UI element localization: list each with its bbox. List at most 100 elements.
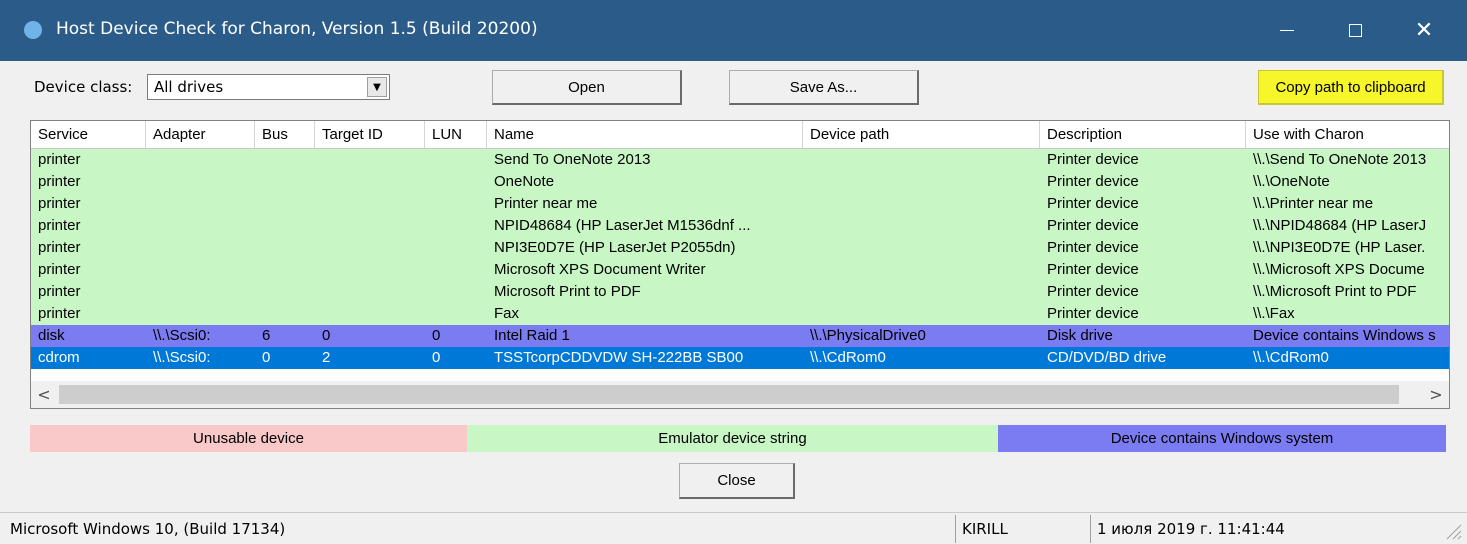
resize-grip-icon[interactable] bbox=[1441, 519, 1463, 541]
table-row[interactable]: printer Microsoft XPS Document Writer Prin… bbox=[31, 259, 1449, 281]
cell-name: OneNote bbox=[494, 173, 555, 190]
cell-target-id bbox=[315, 281, 425, 303]
cell-use-with-charon: \\.\Printer near me bbox=[1253, 195, 1374, 212]
chevron-down-icon[interactable]: ▼ bbox=[367, 77, 387, 97]
table-row[interactable]: printer NPID48684 (HP LaserJet M1536dnf .… bbox=[31, 215, 1449, 237]
device-class-label: Device class: bbox=[34, 78, 133, 96]
status-bar: Microsoft Windows 10, (Build 17134) KIRI… bbox=[0, 512, 1467, 544]
col-name[interactable]: Name bbox=[487, 121, 803, 148]
cell-bus bbox=[255, 149, 315, 171]
scrollbar-thumb[interactable] bbox=[59, 385, 1399, 404]
cell-use-with-charon: \\.\Microsoft Print to PDF bbox=[1253, 283, 1417, 300]
cell-adapter bbox=[146, 149, 255, 171]
table-row[interactable]: printer OneNote Printer device \\.\OneNote bbox=[31, 171, 1449, 193]
cell-bus: 6 bbox=[262, 327, 271, 344]
cell-bus bbox=[255, 259, 315, 281]
cell-description: CD/DVD/BD drive bbox=[1047, 349, 1167, 366]
cell-description: Disk drive bbox=[1047, 327, 1113, 344]
cell-service: disk bbox=[38, 327, 65, 344]
cell-name: Microsoft XPS Document Writer bbox=[494, 261, 706, 278]
cell-lun bbox=[425, 193, 487, 215]
scroll-right-icon[interactable]: > bbox=[1423, 381, 1449, 408]
cell-name: TSSTcorpCDDVDW SH-222BB SB00 bbox=[494, 349, 744, 366]
cell-description: Printer device bbox=[1047, 151, 1139, 168]
cell-device-path bbox=[803, 193, 1040, 215]
cell-target-id bbox=[315, 237, 425, 259]
legend-unusable: Unusable device bbox=[30, 425, 467, 452]
cell-use-with-charon: \\.\OneNote bbox=[1253, 173, 1330, 190]
close-icon: ✕ bbox=[1414, 18, 1434, 43]
cell-target-id bbox=[315, 303, 425, 325]
cell-bus bbox=[255, 193, 315, 215]
cell-adapter bbox=[146, 193, 255, 215]
cell-lun bbox=[425, 303, 487, 325]
device-list[interactable]: Service Adapter Bus Target ID LUN Name D… bbox=[30, 120, 1450, 409]
table-row[interactable]: printer NPI3E0D7E (HP LaserJet P2055dn) Pr… bbox=[31, 237, 1449, 259]
cell-target-id: 2 bbox=[322, 349, 331, 366]
col-service[interactable]: Service bbox=[31, 121, 146, 148]
cell-lun bbox=[425, 281, 487, 303]
cell-adapter bbox=[146, 171, 255, 193]
col-lun[interactable]: LUN bbox=[425, 121, 487, 148]
cell-name: NPID48684 (HP LaserJet M1536dnf ... bbox=[494, 217, 751, 234]
legend-emulator: Emulator device string bbox=[467, 425, 998, 452]
cell-use-with-charon: \\.\NPID48684 (HP LaserJ bbox=[1253, 217, 1427, 234]
col-bus[interactable]: Bus bbox=[255, 121, 315, 148]
cell-target-id bbox=[315, 193, 425, 215]
cell-name: Microsoft Print to PDF bbox=[494, 283, 641, 300]
cell-adapter: \\.\Scsi0: bbox=[153, 327, 211, 344]
cell-description: Printer device bbox=[1047, 283, 1139, 300]
table-row[interactable]: disk \\.\Scsi0: 6 0 0 Intel Raid 1 \\.\Physica… bbox=[31, 325, 1449, 347]
table-row[interactable]: printer Microsoft Print to PDF Printer dev… bbox=[31, 281, 1449, 303]
cell-lun bbox=[425, 215, 487, 237]
cell-service: printer bbox=[38, 195, 81, 212]
copy-path-button[interactable]: Copy path to clipboard bbox=[1258, 70, 1444, 105]
horizontal-scrollbar[interactable]: < > bbox=[31, 381, 1449, 408]
minimize-button[interactable] bbox=[1255, 0, 1319, 61]
cell-use-with-charon: \\.\CdRom0 bbox=[1253, 349, 1329, 366]
col-use-with-charon[interactable]: Use with Charon bbox=[1246, 121, 1449, 148]
cell-name: Send To OneNote 2013 bbox=[494, 151, 651, 168]
status-user: KIRILL bbox=[955, 515, 1080, 543]
table-row[interactable]: printer Printer near me Printer device \\.\… bbox=[31, 193, 1449, 215]
cell-bus bbox=[255, 237, 315, 259]
table-row[interactable]: cdrom \\.\Scsi0: 0 2 0 TSSTcorpCDDVDW SH-222B… bbox=[31, 347, 1449, 369]
scroll-left-icon[interactable]: < bbox=[31, 381, 57, 408]
cell-lun bbox=[425, 259, 487, 281]
open-button[interactable]: Open bbox=[492, 70, 682, 105]
cell-use-with-charon: \\.\NPI3E0D7E (HP Laser. bbox=[1253, 239, 1426, 256]
maximize-button[interactable] bbox=[1323, 0, 1387, 61]
table-row[interactable]: printer Fax Printer device \\.\Fax bbox=[31, 303, 1449, 325]
cell-target-id bbox=[315, 171, 425, 193]
cell-lun bbox=[425, 237, 487, 259]
cell-use-with-charon: \\.\Send To OneNote 2013 bbox=[1253, 151, 1427, 168]
cell-description: Printer device bbox=[1047, 239, 1139, 256]
close-window-button[interactable]: ✕ bbox=[1392, 0, 1456, 61]
cell-bus bbox=[255, 281, 315, 303]
cell-device-path bbox=[803, 303, 1040, 325]
table-row[interactable]: printer Send To OneNote 2013 Printer devic… bbox=[31, 149, 1449, 171]
device-class-select[interactable]: All drives ▼ bbox=[147, 74, 390, 100]
cell-service: printer bbox=[38, 173, 81, 190]
cell-use-with-charon: \\.\Microsoft XPS Docume bbox=[1253, 261, 1425, 278]
cell-device-path bbox=[803, 237, 1040, 259]
cell-service: printer bbox=[38, 239, 81, 256]
cell-device-path bbox=[803, 215, 1040, 237]
cell-description: Printer device bbox=[1047, 195, 1139, 212]
col-device-path[interactable]: Device path bbox=[803, 121, 1040, 148]
col-description[interactable]: Description bbox=[1040, 121, 1246, 148]
cell-bus bbox=[255, 171, 315, 193]
cell-bus: 0 bbox=[262, 349, 271, 366]
device-class-value: All drives bbox=[154, 78, 224, 96]
status-os: Microsoft Windows 10, (Build 17134) bbox=[10, 520, 286, 538]
save-as-button[interactable]: Save As... bbox=[729, 70, 919, 105]
cell-lun bbox=[425, 149, 487, 171]
cell-description: Printer device bbox=[1047, 305, 1139, 322]
cell-service: printer bbox=[38, 305, 81, 322]
col-target-id[interactable]: Target ID bbox=[315, 121, 425, 148]
close-button[interactable]: Close bbox=[679, 463, 795, 499]
cell-service: printer bbox=[38, 151, 81, 168]
cell-service: cdrom bbox=[38, 349, 80, 366]
col-adapter[interactable]: Adapter bbox=[146, 121, 255, 148]
cell-adapter bbox=[146, 259, 255, 281]
